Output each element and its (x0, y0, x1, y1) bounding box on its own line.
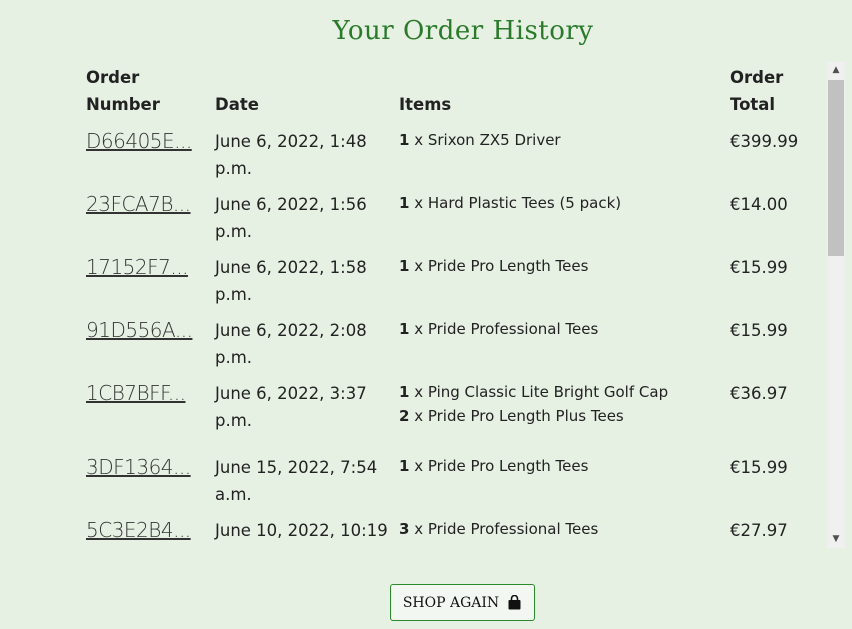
order-total: €399.99 (730, 132, 799, 151)
order-date: June 15, 2022, 7:54 a.m. (215, 458, 378, 504)
order-number-link[interactable]: 23FCA7B... (86, 192, 191, 216)
order-number-link[interactable]: 5C3E2B4... (86, 518, 191, 542)
item-name: x Ping Classic Lite Bright Golf Cap (409, 383, 669, 401)
scroll-up-arrow-icon[interactable]: ▲ (827, 62, 845, 79)
order-items: 1 x Ping Classic Lite Bright Golf Cap 2 x… (399, 380, 719, 428)
order-number-link[interactable]: 3DF1364... (86, 455, 191, 479)
order-item-line: 1 x Pride Professional Tees (399, 317, 719, 341)
scroll-down-arrow-icon[interactable]: ▼ (827, 531, 845, 548)
order-items: 1 x Hard Plastic Tees (5 pack) (399, 191, 719, 215)
order-date: June 6, 2022, 1:58 p.m. (215, 258, 367, 304)
order-item-line: 1 x Srixon ZX5 Driver (399, 128, 719, 152)
order-date: June 6, 2022, 1:56 p.m. (215, 195, 367, 241)
header-order-total: Order Total (730, 68, 784, 114)
table-row: 91D556A... June 6, 2022, 2:08 p.m. 1 x Pri… (74, 317, 826, 377)
order-item-line: 2 x Pride Pro Length Plus Tees (399, 404, 719, 428)
order-items: 1 x Pride Professional Tees (399, 317, 719, 341)
item-quantity: 1 (399, 257, 410, 275)
header-date: Date (215, 95, 259, 114)
item-name: x Pride Pro Length Plus Tees (409, 407, 624, 425)
order-number-link[interactable]: 17152F7... (86, 255, 188, 279)
item-name: x Pride Pro Length Tees (409, 457, 589, 475)
order-date: June 6, 2022, 3:37 p.m. (215, 384, 367, 430)
order-number-cell: 91D556A... (86, 317, 206, 345)
item-quantity: 1 (399, 320, 410, 338)
order-number-link[interactable]: 1CB7BFF... (86, 381, 186, 405)
order-number-link[interactable]: 91D556A... (86, 318, 193, 342)
order-date: June 10, 2022, 10:19 (215, 521, 388, 540)
shop-again-label: SHOP AGAIN (402, 594, 500, 611)
order-number-cell: D66405E... (86, 128, 206, 156)
item-name: x Srixon ZX5 Driver (409, 131, 561, 149)
order-number-cell: 17152F7... (86, 254, 206, 282)
shopping-bag-icon (507, 595, 522, 610)
order-total: €15.99 (730, 458, 788, 477)
table-row: 23FCA7B... June 6, 2022, 1:56 p.m. 1 x Har… (74, 191, 826, 251)
item-quantity: 2 (399, 407, 410, 425)
order-total: €15.99 (730, 321, 788, 340)
table-row: 17152F7... June 6, 2022, 1:58 p.m. 1 x Pri… (74, 254, 826, 314)
order-item-line: 1 x Pride Pro Length Tees (399, 254, 719, 278)
order-date: June 6, 2022, 1:48 p.m. (215, 132, 367, 178)
item-quantity: 1 (399, 131, 410, 149)
order-total: €27.97 (730, 521, 788, 540)
order-number-cell: 23FCA7B... (86, 191, 206, 219)
order-total: €15.99 (730, 258, 788, 277)
item-name: x Hard Plastic Tees (5 pack) (409, 194, 622, 212)
order-history-table[interactable]: Order Number Date Items Order Total D664… (74, 62, 846, 548)
header-items: Items (399, 95, 452, 114)
item-name: x Pride Professional Tees (409, 520, 599, 538)
order-number-cell: 1CB7BFF... (86, 380, 206, 408)
table-row: D66405E... June 6, 2022, 1:48 p.m. 1 x Sri… (74, 128, 826, 188)
order-item-line: 1 x Ping Classic Lite Bright Golf Cap (399, 380, 719, 404)
item-quantity: 1 (399, 383, 410, 401)
table-row: 5C3E2B4... June 10, 2022, 10:19 3 x Pride … (74, 517, 826, 548)
order-items: 1 x Srixon ZX5 Driver (399, 128, 719, 152)
item-name: x Pride Professional Tees (409, 320, 599, 338)
order-total: €14.00 (730, 195, 788, 214)
page-title: Your Order History (332, 16, 594, 46)
table-viewport: Order Number Date Items Order Total D664… (74, 62, 826, 548)
header-order-number: Order Number (86, 68, 160, 114)
shop-again-button[interactable]: SHOP AGAIN (390, 584, 535, 621)
order-items: 3 x Pride Professional Tees (399, 517, 719, 541)
order-items: 1 x Pride Pro Length Tees (399, 254, 719, 278)
order-number-link[interactable]: D66405E... (86, 129, 192, 153)
order-items: 1 x Pride Pro Length Tees (399, 454, 719, 478)
order-total: €36.97 (730, 384, 788, 403)
table-row: 3DF1364... June 15, 2022, 7:54 a.m. 1 x Pr… (74, 454, 826, 514)
scroll-thumb[interactable] (828, 80, 844, 256)
item-quantity: 1 (399, 194, 410, 212)
order-item-line: 1 x Pride Pro Length Tees (399, 454, 719, 478)
item-quantity: 3 (399, 520, 410, 538)
order-number-cell: 3DF1364... (86, 454, 206, 482)
vertical-scrollbar[interactable]: ▲ ▼ (827, 62, 845, 548)
item-quantity: 1 (399, 457, 410, 475)
item-name: x Pride Pro Length Tees (409, 257, 589, 275)
table-header: Order Number Date Items Order Total (74, 64, 826, 118)
order-item-line: 3 x Pride Professional Tees (399, 517, 719, 541)
table-row: 1CB7BFF... June 6, 2022, 3:37 p.m. 1 x Pin… (74, 380, 826, 440)
order-item-line: 1 x Hard Plastic Tees (5 pack) (399, 191, 719, 215)
order-number-cell: 5C3E2B4... (86, 517, 206, 545)
order-date: June 6, 2022, 2:08 p.m. (215, 321, 367, 367)
